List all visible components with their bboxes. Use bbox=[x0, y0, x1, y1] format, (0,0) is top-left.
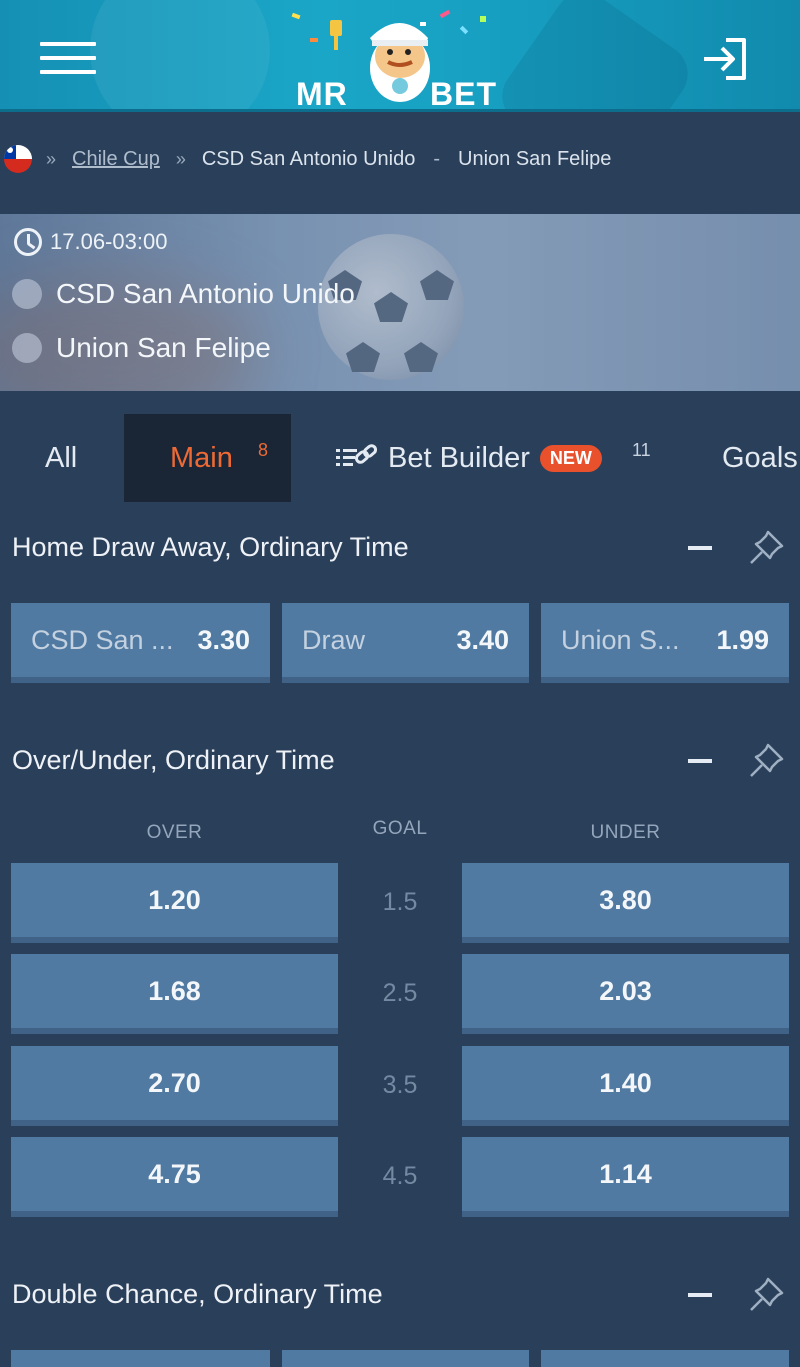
mrbet-logo[interactable]: MR BET bbox=[290, 8, 510, 109]
pin-icon[interactable] bbox=[748, 741, 786, 779]
odd-button-stub[interactable] bbox=[541, 1350, 789, 1367]
pin-icon[interactable] bbox=[748, 1275, 786, 1313]
market-tabs: All Main 8 Bet Builder NEW 11 Goals bbox=[0, 392, 800, 512]
goal-line: 1.5 bbox=[382, 888, 418, 916]
match-datetime: 17.06-03:00 bbox=[14, 228, 167, 256]
top-header: MR BET bbox=[0, 0, 800, 112]
under-odd-button[interactable]: 1.14 bbox=[462, 1137, 789, 1217]
market-title-text: Over/Under, Ordinary Time bbox=[12, 744, 335, 775]
odd-button-stub[interactable] bbox=[282, 1350, 529, 1367]
home-team: CSD San Antonio Unido bbox=[12, 278, 355, 310]
login-arrow-icon[interactable] bbox=[700, 36, 750, 82]
breadcrumb: » Chile Cup » CSD San Antonio Unido - Un… bbox=[0, 112, 800, 212]
over-odd-button[interactable]: 4.75 bbox=[11, 1137, 338, 1217]
clock-icon bbox=[14, 228, 42, 256]
bet-builder-icon bbox=[336, 444, 378, 466]
tab-all[interactable]: All bbox=[45, 414, 77, 502]
odd-button-stub[interactable] bbox=[11, 1350, 270, 1367]
team-logo-icon bbox=[12, 333, 42, 363]
market-title-text: Home Draw Away, Ordinary Time bbox=[12, 531, 409, 562]
odd-button-home[interactable]: CSD San ... 3.30 bbox=[11, 603, 270, 683]
hamburger-menu-icon[interactable] bbox=[40, 42, 96, 74]
breadcrumb-home-team: CSD San Antonio Unido bbox=[201, 147, 416, 170]
odd-label: CSD San ... bbox=[31, 624, 174, 655]
goal-line: 4.5 bbox=[382, 1162, 418, 1190]
under-column-header: UNDER bbox=[590, 822, 661, 843]
market-title-text: Double Chance, Ordinary Time bbox=[12, 1278, 383, 1309]
new-badge: NEW bbox=[539, 444, 602, 472]
goal-line: 3.5 bbox=[382, 1071, 418, 1099]
under-odd-button[interactable]: 3.80 bbox=[462, 863, 789, 943]
away-team-name: Union San Felipe bbox=[56, 332, 271, 363]
collapse-minus-icon[interactable] bbox=[688, 1293, 712, 1297]
odd-label: Draw bbox=[302, 624, 366, 655]
header-decoration bbox=[90, 0, 270, 109]
tab-main-label: Main bbox=[170, 441, 233, 474]
market-title-ou[interactable]: Over/Under, Ordinary Time bbox=[12, 740, 800, 780]
breadcrumb-row: » Chile Cup » CSD San Antonio Unido - Un… bbox=[4, 142, 611, 176]
odd-value: 3.30 bbox=[197, 624, 250, 655]
breadcrumb-separator: » bbox=[46, 148, 57, 169]
odd-button-away[interactable]: Union S... 1.99 bbox=[541, 603, 789, 683]
market-title-hda[interactable]: Home Draw Away, Ordinary Time bbox=[12, 527, 800, 567]
odd-value: 3.40 bbox=[456, 624, 509, 655]
breadcrumb-dash: - bbox=[433, 147, 440, 170]
collapse-minus-icon[interactable] bbox=[688, 759, 712, 763]
tab-main[interactable]: Main 8 bbox=[124, 414, 291, 502]
away-team: Union San Felipe bbox=[12, 332, 271, 364]
odd-button-draw[interactable]: Draw 3.40 bbox=[282, 603, 529, 683]
breadcrumb-separator: » bbox=[175, 148, 186, 169]
tab-goals[interactable]: Goals bbox=[722, 414, 798, 502]
market-title-dc[interactable]: Double Chance, Ordinary Time bbox=[12, 1274, 800, 1314]
goal-column-header: GOAL bbox=[372, 818, 428, 839]
over-odd-button[interactable]: 1.20 bbox=[11, 863, 338, 943]
odd-value: 1.99 bbox=[716, 624, 769, 655]
tab-main-count: 8 bbox=[258, 440, 269, 460]
under-odd-button[interactable]: 1.40 bbox=[462, 1046, 789, 1126]
odd-label: Union S... bbox=[561, 624, 680, 655]
over-column-header: OVER bbox=[146, 822, 203, 843]
logo-text-right: BET bbox=[430, 76, 497, 112]
team-logo-icon bbox=[12, 279, 42, 309]
over-odd-button[interactable]: 1.68 bbox=[11, 954, 338, 1034]
breadcrumb-away-team: Union San Felipe bbox=[458, 147, 612, 170]
header-decoration bbox=[490, 0, 700, 109]
goal-line: 2.5 bbox=[382, 979, 418, 1007]
collapse-minus-icon[interactable] bbox=[688, 546, 712, 550]
tab-bet-builder-count: 11 bbox=[632, 440, 651, 460]
under-odd-button[interactable]: 2.03 bbox=[462, 954, 789, 1034]
breadcrumb-league-link[interactable]: Chile Cup bbox=[72, 148, 160, 171]
tab-bet-builder-label: Bet Builder bbox=[388, 441, 530, 474]
match-datetime-text: 17.06-03:00 bbox=[50, 229, 168, 254]
over-odd-button[interactable]: 2.70 bbox=[11, 1046, 338, 1126]
chile-flag-icon bbox=[4, 145, 32, 173]
pin-icon[interactable] bbox=[748, 528, 786, 566]
logo-text-left: MR bbox=[296, 76, 348, 112]
match-banner: 17.06-03:00 CSD San Antonio Unido Union … bbox=[0, 214, 800, 391]
tab-bet-builder[interactable]: Bet Builder NEW 11 bbox=[334, 414, 651, 502]
home-team-name: CSD San Antonio Unido bbox=[56, 278, 355, 309]
